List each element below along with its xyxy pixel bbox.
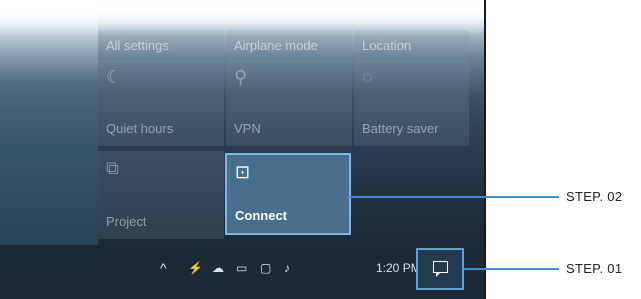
moon-icon: ☾ xyxy=(106,67,123,87)
display-icon[interactable]: ▢ xyxy=(260,261,271,275)
tile-label: All settings xyxy=(106,38,169,53)
tile-label: Project xyxy=(106,214,147,229)
battery-icon[interactable]: ▭ xyxy=(236,261,247,275)
tile-label: Battery saver xyxy=(362,121,439,136)
tile-label: Connect xyxy=(235,208,287,223)
step1-callout-line xyxy=(463,268,559,270)
step2-label: STEP. 02 xyxy=(566,189,623,204)
tile-battery-saver[interactable]: ◌ Battery saver xyxy=(354,60,469,146)
tile-connect[interactable]: ⊡ Connect xyxy=(225,153,351,235)
tile-location[interactable]: Location xyxy=(354,30,469,58)
onedrive-icon[interactable]: ☁ xyxy=(212,261,224,275)
desktop-background xyxy=(0,0,98,245)
tile-label: Location xyxy=(362,38,412,53)
tile-quiet-hours[interactable]: ☾ Quiet hours xyxy=(98,60,224,146)
tile-label: Quiet hours xyxy=(106,121,174,136)
tile-label: VPN xyxy=(234,121,261,136)
screen-edge-divider xyxy=(484,0,486,299)
step2-callout-line xyxy=(347,196,559,198)
step1-label: STEP. 01 xyxy=(566,261,623,276)
tile-label: Airplane mode xyxy=(234,38,318,53)
notification-icon xyxy=(433,261,448,277)
project-icon: ⧉ xyxy=(106,158,119,178)
chevron-up-icon[interactable]: ^ xyxy=(160,261,167,275)
tile-project[interactable]: ⧉ Project xyxy=(98,151,224,239)
tile-airplane-mode[interactable]: Airplane mode xyxy=(226,30,352,58)
tile-vpn[interactable]: ⚲ VPN xyxy=(226,60,352,146)
clock[interactable]: 1:20 PM xyxy=(376,261,421,275)
desktop-screen: All settings Airplane mode Location ☾ Qu… xyxy=(0,0,484,299)
tile-all-settings[interactable]: All settings xyxy=(98,30,224,58)
network-icon[interactable]: ⚡ xyxy=(188,261,203,275)
connect-icon: ⊡ xyxy=(235,162,251,182)
action-center-button[interactable] xyxy=(416,248,464,290)
battery-saver-icon: ◌ xyxy=(362,67,373,87)
volume-icon[interactable]: ♪ xyxy=(284,261,290,275)
vpn-icon: ⚲ xyxy=(234,67,248,87)
